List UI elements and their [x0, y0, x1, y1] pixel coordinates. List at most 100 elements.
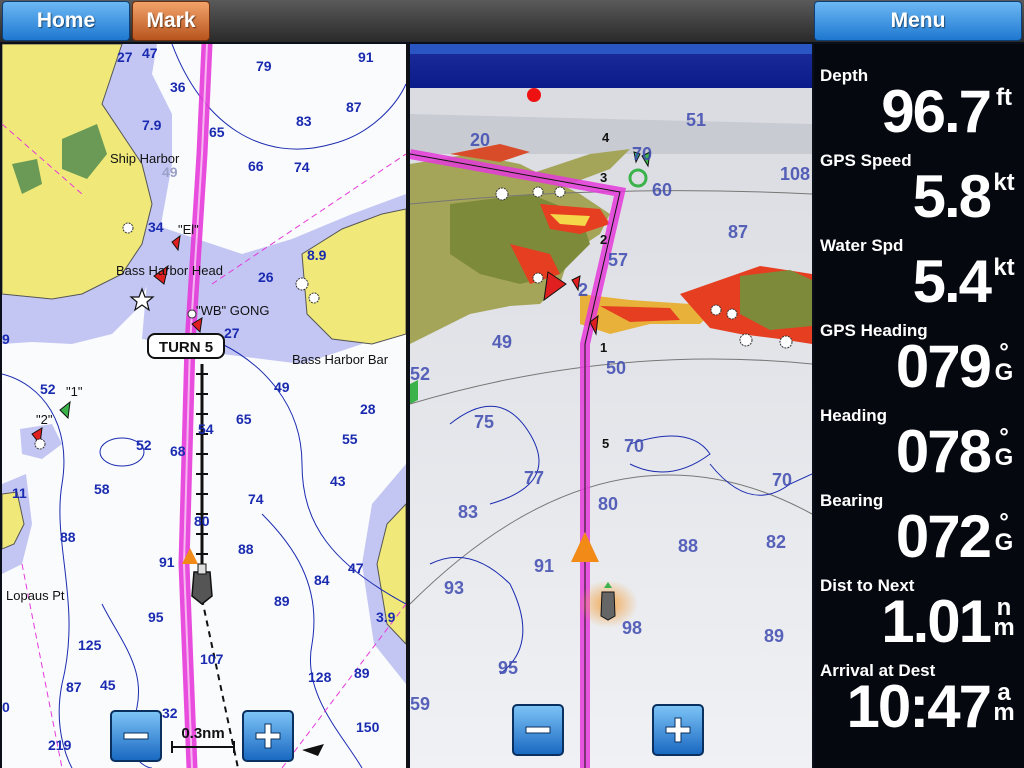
sounding-label: 82 — [766, 532, 786, 552]
perspective-3d-view[interactable]: 4 3 2 1 5 20 51 70 60 108 87 57 2 49 50 … — [410, 44, 812, 768]
sounding-label: 89 — [764, 626, 784, 646]
sounding-label: 65 — [209, 124, 225, 140]
chart-2d-canvas: 27 47 91 36 79 87 7.9 83 65 66 74 49 34 … — [2, 44, 406, 768]
sounding-label: 49 — [492, 332, 512, 352]
buoy-label-1: "1" — [66, 384, 83, 399]
sounding-label: 89 — [274, 593, 290, 609]
sounding-label: 51 — [686, 110, 706, 130]
minus-icon — [525, 726, 551, 734]
data-field-unit: °G — [994, 339, 1014, 386]
sounding-label: 52 — [136, 437, 152, 453]
sounding-label: 70 — [624, 436, 644, 456]
sounding-label: 65 — [236, 411, 252, 427]
sounding-label: 219 — [48, 737, 72, 753]
sounding-label: 89 — [354, 665, 370, 681]
sounding-label: 52 — [410, 364, 430, 384]
sounding-label: 9 — [2, 331, 10, 347]
sounding-label: 87 — [346, 99, 362, 115]
navigation-chart-2d[interactable]: 27 47 91 36 79 87 7.9 83 65 66 74 49 34 … — [2, 44, 408, 768]
sounding-label: 80 — [598, 494, 618, 514]
sounding-label: 34 — [148, 219, 164, 235]
sounding-label: 66 — [248, 158, 264, 174]
chart-3d-canvas: 4 3 2 1 5 20 51 70 60 108 87 57 2 49 50 … — [410, 44, 812, 768]
data-field-value: 072 — [895, 503, 992, 570]
place-label-bass-harbor-head: Bass Harbor Head — [116, 263, 223, 278]
zoom-out-button[interactable] — [110, 710, 162, 762]
sounding-label: 108 — [780, 164, 810, 184]
sounding-label: 98 — [622, 618, 642, 638]
data-field-label: Heading — [820, 406, 888, 425]
sounding-label: 84 — [314, 572, 330, 588]
plus-icon — [665, 717, 691, 743]
sounding-label: 91 — [534, 556, 554, 576]
zoom-out-button[interactable] — [512, 704, 564, 756]
sounding-label: 28 — [360, 401, 376, 417]
sounding-label: 75 — [474, 412, 494, 432]
sounding-label: 125 — [78, 637, 102, 653]
sounding-label: 8.9 — [307, 247, 327, 263]
sounding-label: 59 — [410, 694, 430, 714]
sounding-label: 27 — [117, 49, 133, 65]
sounding-label: 74 — [248, 491, 264, 507]
sounding-label: 32 — [162, 705, 178, 721]
sounding-label: 7.9 — [142, 117, 162, 133]
data-field-value: 10:47 — [846, 673, 992, 740]
sounding-label: 107 — [200, 651, 224, 667]
sounding-label: 45 — [100, 677, 116, 693]
waypoint-label: 3 — [600, 170, 607, 185]
sounding-label: 3.9 — [376, 609, 396, 625]
sounding-label: 70 — [772, 470, 792, 490]
buoy-label-2: "2" — [36, 412, 53, 427]
plus-icon — [255, 723, 281, 749]
sounding-label: 68 — [170, 443, 186, 459]
sounding-label: 60 — [652, 180, 672, 200]
sounding-label: 150 — [356, 719, 380, 735]
place-label-wb-gong: "WB" GONG — [196, 303, 270, 318]
data-field-unit: kt — [993, 169, 1015, 196]
data-field-value: 079 — [895, 333, 992, 400]
home-button[interactable]: Home — [2, 1, 130, 41]
sounding-label: 47 — [142, 45, 158, 61]
data-field-unit: am — [993, 679, 1015, 726]
top-toolbar: Home Mark Menu — [0, 0, 1024, 42]
sounding-label: 57 — [608, 250, 628, 270]
data-field-label: Water Spd — [820, 236, 904, 255]
mark-button[interactable]: Mark — [132, 1, 210, 41]
data-field-label: Depth — [820, 66, 869, 85]
data-field-value: 5.4 — [912, 248, 992, 315]
data-field-label: Bearing — [820, 491, 884, 510]
place-label-bass-harbor-bar: Bass Harbor Bar — [292, 352, 389, 367]
sounding-label: 52 — [40, 381, 56, 397]
place-label-ship-harbor: Ship Harbor — [110, 151, 180, 166]
sounding-label: 128 — [308, 669, 332, 685]
sounding-label: 36 — [170, 79, 186, 95]
minus-icon — [123, 732, 149, 740]
sounding-label: 2 — [578, 280, 588, 300]
sounding-label: 49 — [274, 379, 290, 395]
sounding-label: 91 — [358, 49, 374, 65]
menu-button[interactable]: Menu — [814, 1, 1022, 41]
sounding-label: 11 — [12, 485, 27, 501]
data-field-value: 96.7 — [881, 78, 992, 145]
data-field-unit: °G — [994, 424, 1014, 471]
zoom-in-button[interactable] — [242, 710, 294, 762]
sounding-label: 88 — [238, 541, 254, 557]
sounding-label: 27 — [224, 325, 240, 341]
data-field-value: 1.01 — [881, 588, 992, 655]
data-field-unit: kt — [993, 254, 1015, 281]
sounding-label: 20 — [470, 130, 490, 150]
waypoint-label: 1 — [600, 340, 607, 355]
sounding-label: 77 — [524, 468, 544, 488]
waypoint-label: 4 — [602, 130, 610, 145]
zoom-in-button[interactable] — [652, 704, 704, 756]
sounding-label: 83 — [296, 113, 312, 129]
scale-bar: 0.3nm — [171, 725, 235, 753]
sounding-label: 55 — [342, 431, 358, 447]
place-label-lopaus-pt: Lopaus Pt — [6, 588, 65, 603]
sounding-label: 95 — [498, 658, 518, 678]
data-fields-panel: Depth 96.7 ft GPS Speed 5.8 kt Water Spd… — [814, 44, 1024, 768]
sounding-label: 47 — [348, 560, 364, 576]
scale-label: 0.3nm — [181, 725, 224, 742]
sounding-label: 83 — [458, 502, 478, 522]
buoy-label-el: "El" — [178, 222, 199, 237]
